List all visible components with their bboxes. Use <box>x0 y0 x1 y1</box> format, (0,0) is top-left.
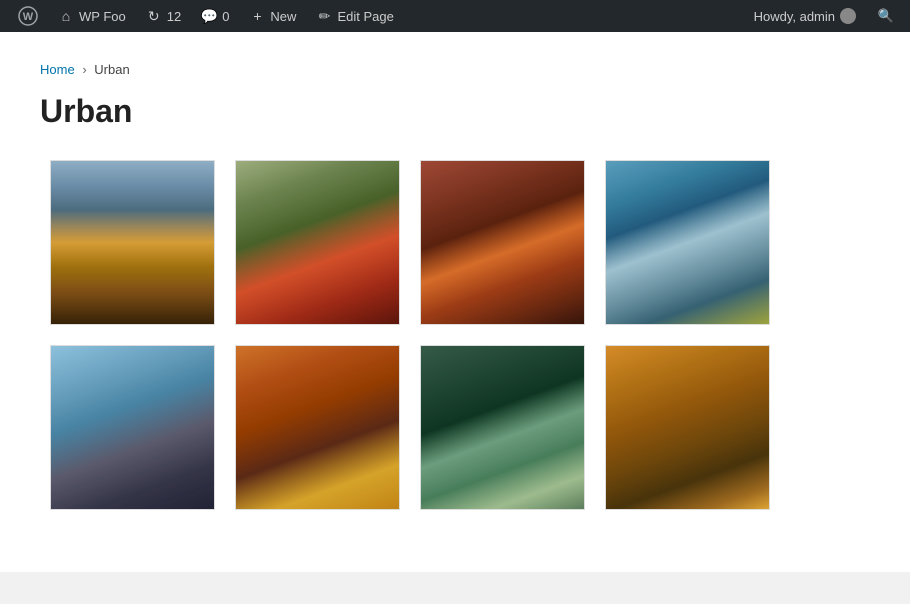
gallery-item-3[interactable] <box>420 160 585 325</box>
search-icon: 🔍 <box>878 8 894 24</box>
search-button[interactable]: 🔍 <box>870 0 902 32</box>
gallery-grid <box>40 160 870 510</box>
site-name-button[interactable]: ⌂ WP Foo <box>48 0 136 32</box>
breadcrumb-current: Urban <box>94 62 129 77</box>
page-title: Urban <box>40 93 870 130</box>
plus-icon: + <box>249 8 265 24</box>
edit-icon: ✏ <box>316 8 332 24</box>
gallery-item-8[interactable] <box>605 345 770 510</box>
wp-logo-icon: W <box>18 6 38 26</box>
howdy-button[interactable]: Howdy, admin <box>744 0 866 32</box>
gallery-item-7[interactable] <box>420 345 585 510</box>
breadcrumb: Home › Urban <box>40 62 870 77</box>
gallery-item-4[interactable] <box>605 160 770 325</box>
home-icon: ⌂ <box>58 8 74 24</box>
site-name-label: WP Foo <box>79 9 126 24</box>
comments-button[interactable]: 💬 0 <box>191 0 239 32</box>
new-label: New <box>270 9 296 24</box>
updates-button[interactable]: ↻ 12 <box>136 0 191 32</box>
gallery-item-1[interactable] <box>50 160 215 325</box>
admin-bar: W ⌂ WP Foo ↻ 12 💬 0 + New ✏ Edit Page <box>0 0 910 32</box>
adminbar-right: Howdy, admin 🔍 <box>744 0 902 32</box>
updates-icon: ↻ <box>146 8 162 24</box>
breadcrumb-separator: › <box>82 62 86 77</box>
main-content: Home › Urban Urban <box>0 32 910 572</box>
new-content-button[interactable]: + New <box>239 0 306 32</box>
gallery-item-2[interactable] <box>235 160 400 325</box>
breadcrumb-home-link[interactable]: Home <box>40 62 75 77</box>
wp-logo-button[interactable]: W <box>8 0 48 32</box>
updates-count: 12 <box>167 9 181 24</box>
edit-page-label: Edit Page <box>337 9 393 24</box>
gallery-item-6[interactable] <box>235 345 400 510</box>
edit-page-button[interactable]: ✏ Edit Page <box>306 0 403 32</box>
svg-text:W: W <box>23 11 34 23</box>
howdy-label: Howdy, admin <box>754 9 835 24</box>
user-avatar <box>840 8 856 24</box>
comments-count: 0 <box>222 9 229 24</box>
adminbar-left: W ⌂ WP Foo ↻ 12 💬 0 + New ✏ Edit Page <box>8 0 744 32</box>
gallery-item-5[interactable] <box>50 345 215 510</box>
comments-icon: 💬 <box>201 8 217 24</box>
